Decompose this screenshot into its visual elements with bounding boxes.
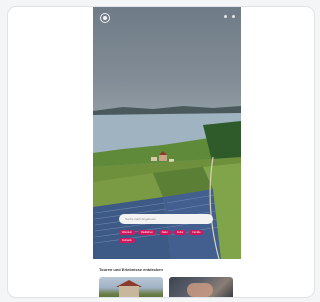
hands-shape [187,283,213,297]
experience-thumbnail[interactable] [169,277,233,297]
tour-thumbnail[interactable] [99,277,163,297]
mobile-page-preview[interactable]: Suche nach Angeboten Wandern Radfahren N… [93,7,241,297]
tours-section: Touren und Erlebnisse entdecken [93,259,241,297]
chip-radfahren[interactable]: Radfahren [138,230,156,235]
logo-icon[interactable] [100,13,110,23]
hero-image: Suche nach Angeboten Wandern Radfahren N… [93,7,241,259]
category-chips: Wandern Radfahren Natur Kultur Familie K… [119,230,219,243]
building-shape [119,286,139,297]
preview-card: Suche nach Angeboten Wandern Radfahren N… [7,6,315,298]
search-input[interactable]: Suche nach Angeboten [119,214,213,224]
chip-wandern[interactable]: Wandern [119,230,136,235]
chip-natur[interactable]: Natur [158,230,171,235]
chip-kultur[interactable]: Kultur [173,230,187,235]
menu-icon[interactable] [224,15,235,18]
section-title: Touren und Erlebnisse entdecken [99,267,163,272]
chip-familie[interactable]: Familie [189,230,204,235]
chip-kulinarik[interactable]: Kulinarik [119,238,135,243]
